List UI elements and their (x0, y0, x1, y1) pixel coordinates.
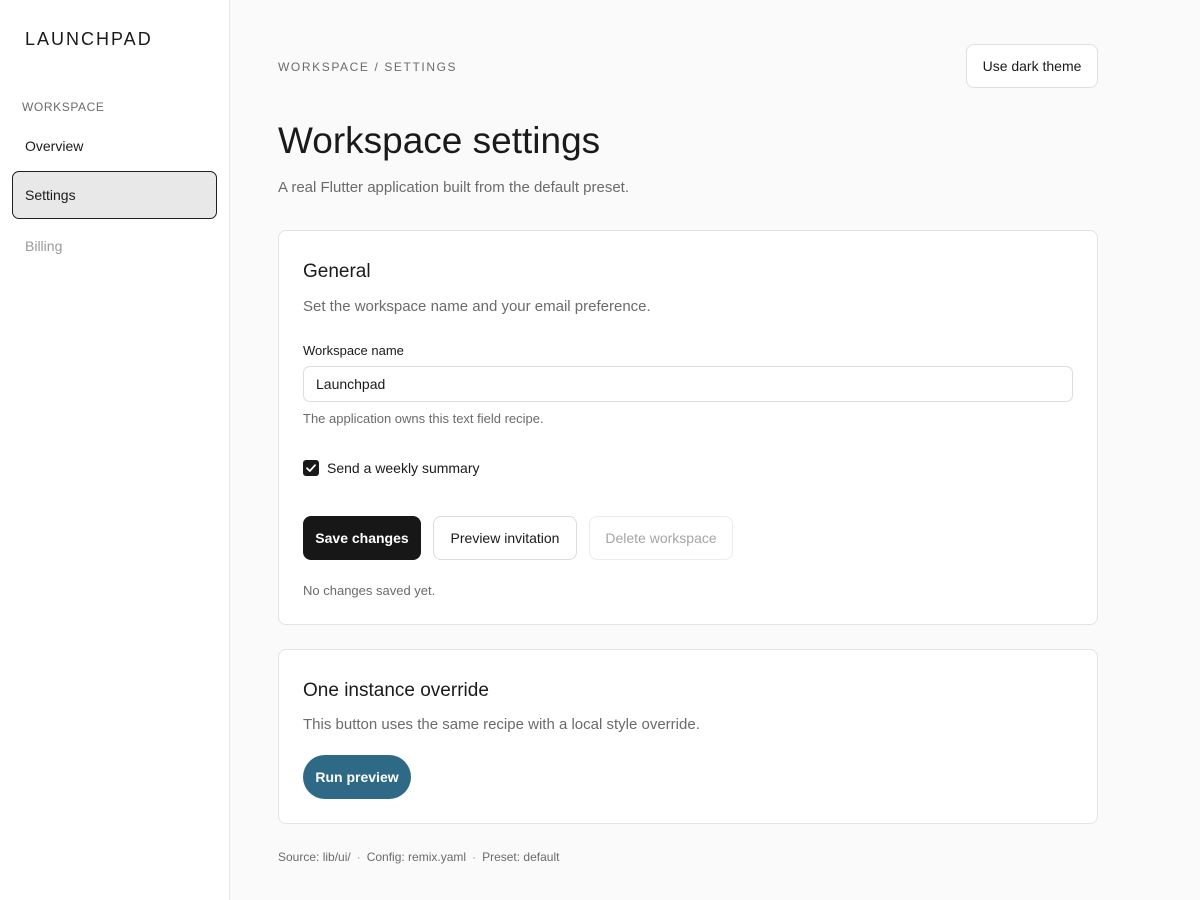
weekly-summary-label: Send a weekly summary (327, 460, 480, 476)
workspace-name-helper: The application owns this text field rec… (303, 411, 544, 426)
sidebar: LAUNCHPAD WORKSPACE Overview Settings Bi… (0, 0, 230, 900)
sidebar-item-overview[interactable]: Overview (12, 122, 217, 170)
general-card: General Set the workspace name and your … (278, 230, 1098, 625)
save-changes-button[interactable]: Save changes (303, 516, 421, 560)
sidebar-item-label: Overview (25, 138, 84, 154)
override-card: One instance override This button uses t… (278, 649, 1098, 824)
save-status-text: No changes saved yet. (303, 583, 436, 598)
sidebar-item-billing: Billing (12, 222, 217, 270)
override-card-title: One instance override (303, 680, 489, 701)
general-card-description: Set the workspace name and your email pr… (303, 298, 651, 315)
footer-source: Source: lib/ui/ (278, 850, 351, 864)
general-card-title: General (303, 261, 371, 282)
app-root: LAUNCHPAD WORKSPACE Overview Settings Bi… (0, 0, 1200, 900)
breadcrumb: WORKSPACE / SETTINGS (278, 60, 458, 74)
workspace-name-input[interactable] (303, 366, 1073, 402)
brand-logo: LAUNCHPAD (25, 29, 153, 49)
footer-separator: · (356, 850, 361, 864)
weekly-summary-checkbox[interactable] (303, 460, 319, 476)
sidebar-item-settings[interactable]: Settings (12, 171, 217, 219)
run-preview-button[interactable]: Run preview (303, 755, 411, 799)
checkmark-icon (306, 464, 316, 472)
footer: Source: lib/ui/ · Config: remix.yaml · P… (278, 850, 559, 864)
main-content: WORKSPACE / SETTINGS Use dark theme Work… (230, 0, 1200, 900)
dark-theme-button[interactable]: Use dark theme (966, 44, 1098, 88)
nav-section-label: WORKSPACE (22, 100, 105, 114)
page-title: Workspace settings (278, 120, 601, 161)
weekly-summary-checkbox-row[interactable]: Send a weekly summary (303, 460, 480, 476)
page-subtitle: A real Flutter application built from th… (278, 179, 630, 196)
preview-invitation-button[interactable]: Preview invitation (433, 516, 577, 560)
footer-preset: Preset: default (482, 850, 560, 864)
workspace-name-label: Workspace name (303, 343, 404, 358)
delete-workspace-button: Delete workspace (589, 516, 733, 560)
sidebar-item-label: Billing (25, 238, 63, 254)
footer-separator: · (472, 850, 477, 864)
footer-config: Config: remix.yaml (366, 850, 467, 864)
sidebar-item-label: Settings (25, 187, 76, 203)
override-card-description: This button uses the same recipe with a … (303, 716, 700, 733)
